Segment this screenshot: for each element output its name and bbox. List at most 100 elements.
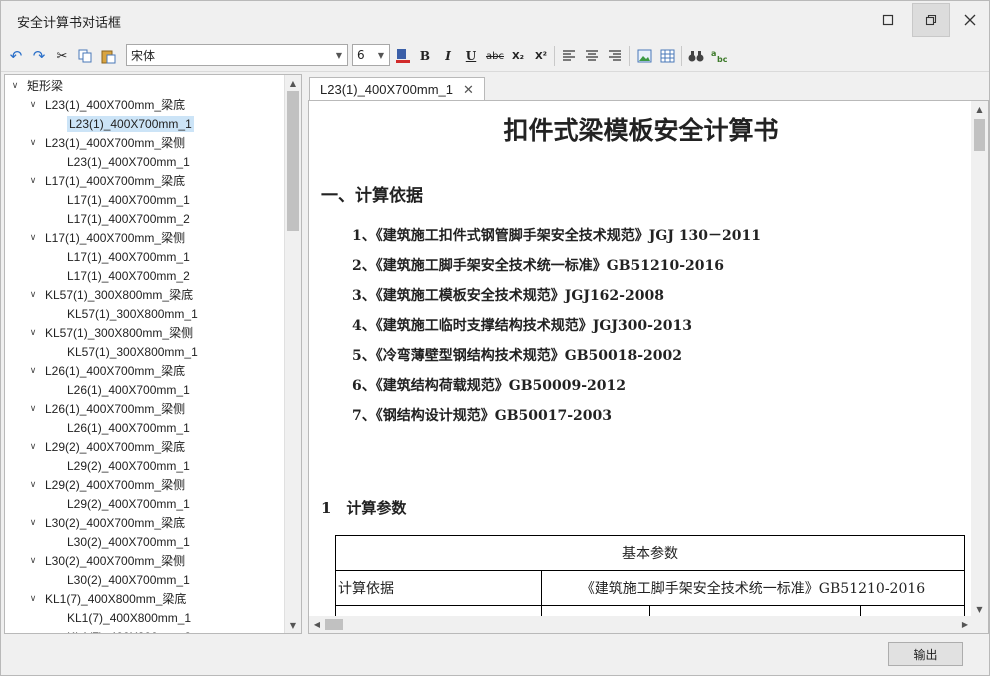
redo-button[interactable]: ↷ [29, 46, 49, 66]
tree-item[interactable]: L26(1)_400X700mm_1 [5, 418, 284, 437]
copy-button[interactable] [75, 46, 95, 66]
tree-group[interactable]: ∨ KL1(7)_400X800mm_梁底 [5, 589, 284, 608]
close-icon [964, 14, 976, 26]
chevron-down-icon[interactable]: ∨ [27, 137, 39, 148]
replace-button[interactable]: a bc [709, 46, 729, 66]
chevron-down-icon[interactable]: ∨ [27, 593, 39, 604]
tree-group[interactable]: ∨ L29(2)_400X700mm_梁侧 [5, 475, 284, 494]
tree-group[interactable]: ∨ L30(2)_400X700mm_梁底 [5, 513, 284, 532]
document-scroll-thumb[interactable] [974, 119, 985, 151]
tree-item[interactable]: L29(2)_400X700mm_1 [5, 456, 284, 475]
align-left-icon [563, 50, 575, 61]
tree-group[interactable]: ∨ KL57(1)_300X800mm_梁底 [5, 285, 284, 304]
chevron-down-icon: ▼ [335, 50, 343, 60]
paste-button[interactable] [98, 46, 118, 66]
tree-group[interactable]: ∨ L17(1)_400X700mm_梁侧 [5, 228, 284, 247]
document-horizontal-scrollbar[interactable]: ◀ ▶ [309, 616, 973, 633]
tree-root[interactable]: ∨ 矩形梁 [5, 76, 284, 95]
scroll-down-icon[interactable]: ▼ [285, 617, 301, 633]
chevron-down-icon[interactable]: ∨ [27, 517, 39, 528]
superscript-button[interactable]: X² [531, 46, 551, 66]
document-hscroll-thumb[interactable] [325, 619, 343, 630]
chevron-down-icon[interactable]: ∨ [27, 99, 39, 110]
chevron-down-icon[interactable]: ∨ [27, 365, 39, 376]
tree-item[interactable]: KL1(7)_400X800mm_1 [5, 608, 284, 627]
underline-button[interactable]: U [461, 46, 481, 66]
close-icon[interactable]: ✕ [463, 82, 474, 98]
tree-group[interactable]: ∨ KL57(1)_300X800mm_梁侧 [5, 323, 284, 342]
tree-item[interactable]: L17(1)_400X700mm_1 [5, 190, 284, 209]
tree-group[interactable]: ∨ L17(1)_400X700mm_梁底 [5, 171, 284, 190]
toolbar: ↶ ↷ ✂ 宋体 ▼ 6 ▼ B I U abc X₂ X² a bc [1, 40, 989, 72]
tree-item[interactable]: L30(2)_400X700mm_1 [5, 570, 284, 589]
tree-item[interactable]: L23(1)_400X700mm_1 [5, 152, 284, 171]
scroll-up-icon[interactable]: ▲ [285, 75, 301, 91]
tree-scroll-thumb[interactable] [287, 91, 299, 231]
tree-item[interactable]: L26(1)_400X700mm_1 [5, 380, 284, 399]
insert-image-button[interactable] [634, 46, 654, 66]
tree-group[interactable]: ∨ L23(1)_400X700mm_梁侧 [5, 133, 284, 152]
tree-item-label: L26(1)_400X700mm_1 [67, 420, 190, 435]
toolbar-separator [554, 46, 555, 66]
tree-item-label: L29(2)_400X700mm_梁侧 [45, 478, 186, 492]
bold-button[interactable]: B [415, 46, 435, 66]
chevron-down-icon[interactable]: ∨ [27, 289, 39, 300]
tree-group[interactable]: ∨ L23(1)_400X700mm_梁底 [5, 95, 284, 114]
tree-item-label: 矩形梁 [27, 79, 64, 93]
restore-button[interactable] [912, 3, 950, 37]
tree-item-label: L23(1)_400X700mm_1 [67, 154, 190, 169]
chevron-down-icon[interactable]: ∨ [27, 232, 39, 243]
redo-icon: ↷ [32, 47, 46, 65]
tree-item[interactable]: L23(1)_400X700mm_1 [5, 114, 284, 133]
tree-item[interactable]: L30(2)_400X700mm_1 [5, 532, 284, 551]
tree-item[interactable]: KL57(1)_300X800mm_1 [5, 342, 284, 361]
tree-group[interactable]: ∨ L26(1)_400X700mm_梁底 [5, 361, 284, 380]
subscript-button[interactable]: X₂ [508, 46, 528, 66]
tree-item-label: L26(1)_400X700mm_梁侧 [45, 402, 186, 416]
tree-group[interactable]: ∨ L26(1)_400X700mm_梁侧 [5, 399, 284, 418]
tree-group[interactable]: ∨ L30(2)_400X700mm_梁侧 [5, 551, 284, 570]
undo-button[interactable]: ↶ [6, 46, 26, 66]
align-left-button[interactable] [559, 46, 579, 66]
maximize-button[interactable] [869, 3, 907, 37]
tree-group[interactable]: ∨ L29(2)_400X700mm_梁底 [5, 437, 284, 456]
find-button[interactable] [686, 46, 706, 66]
font-name-value: 宋体 [131, 48, 156, 63]
tree-scrollbar[interactable]: ▲ ▼ [284, 75, 301, 633]
insert-table-button[interactable] [657, 46, 677, 66]
font-size-select[interactable]: 6 ▼ [352, 44, 390, 66]
table-header: 基本参数 [335, 535, 965, 571]
export-button[interactable]: 输出 [888, 642, 963, 666]
chevron-down-icon[interactable]: ∨ [27, 327, 39, 338]
scroll-down-icon[interactable]: ▼ [971, 601, 988, 617]
document-vertical-scrollbar[interactable]: ▲ ▼ [971, 101, 988, 617]
tree-item-label: L26(1)_400X700mm_1 [67, 382, 190, 397]
font-color-button[interactable] [393, 46, 413, 66]
tree-item-label: KL1(7)_400X800mm_梁底 [45, 592, 187, 606]
tree-item[interactable]: L29(2)_400X700mm_1 [5, 494, 284, 513]
scroll-left-icon[interactable]: ◀ [309, 616, 325, 633]
chevron-down-icon[interactable]: ∨ [9, 80, 21, 91]
tree-item-label: L30(2)_400X700mm_1 [67, 572, 190, 587]
tree-item-label: KL1(7)_400X800mm_2 [67, 630, 191, 634]
chevron-down-icon[interactable]: ∨ [27, 175, 39, 186]
tree-item[interactable]: L17(1)_400X700mm_2 [5, 209, 284, 228]
close-button[interactable] [951, 3, 989, 37]
scroll-up-icon[interactable]: ▲ [971, 101, 988, 117]
strikethrough-button[interactable]: abc [484, 46, 506, 66]
italic-button[interactable]: I [438, 46, 458, 66]
tree-item-label: L29(2)_400X700mm_1 [67, 496, 190, 511]
chevron-down-icon[interactable]: ∨ [27, 555, 39, 566]
chevron-down-icon[interactable]: ∨ [27, 403, 39, 414]
tree-item[interactable]: KL1(7)_400X800mm_2 [5, 627, 284, 634]
chevron-down-icon[interactable]: ∨ [27, 479, 39, 490]
align-right-button[interactable] [605, 46, 625, 66]
tree-item[interactable]: L17(1)_400X700mm_2 [5, 266, 284, 285]
align-center-button[interactable] [582, 46, 602, 66]
font-name-select[interactable]: 宋体 ▼ [126, 44, 348, 66]
tree-item[interactable]: KL57(1)_300X800mm_1 [5, 304, 284, 323]
cut-button[interactable]: ✂ [52, 46, 72, 66]
tree-item[interactable]: L17(1)_400X700mm_1 [5, 247, 284, 266]
chevron-down-icon[interactable]: ∨ [27, 441, 39, 452]
document-tab[interactable]: L23(1)_400X700mm_1 ✕ [309, 77, 485, 101]
